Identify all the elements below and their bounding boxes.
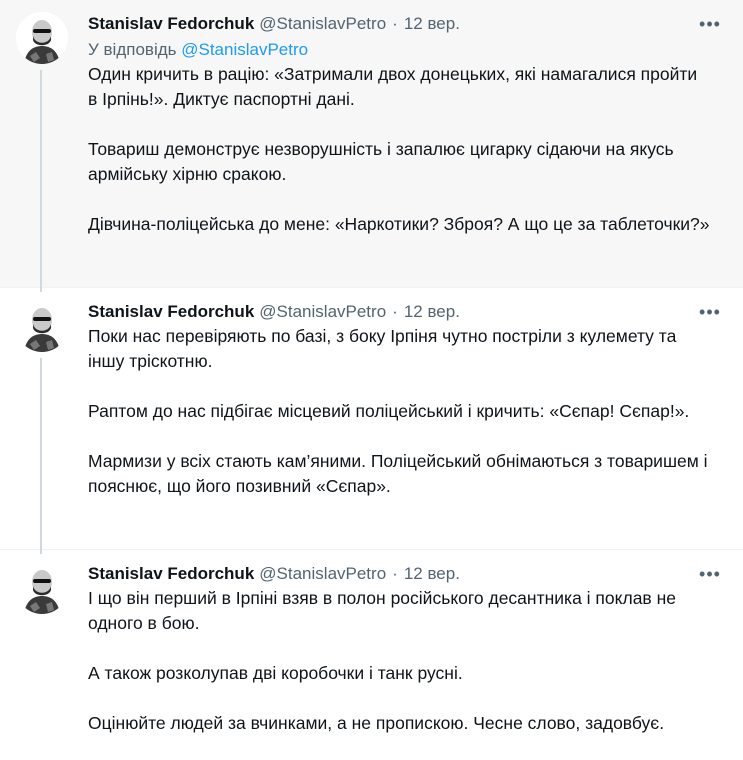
thread-connector-line bbox=[40, 70, 42, 292]
tweet-paragraph: Раптом до нас підбігає місцевий поліцейс… bbox=[88, 401, 690, 421]
tweet-2[interactable]: Stanislav Fedorchuk @StanislavPetro · 12… bbox=[0, 288, 743, 554]
avatar-photo-icon bbox=[16, 300, 68, 352]
separator-dot: · bbox=[392, 564, 398, 583]
tweet-paragraph: Товариш демонструє незворушність і запал… bbox=[88, 139, 674, 184]
separator-dot: · bbox=[392, 302, 398, 321]
tweet-date[interactable]: 12 вер. bbox=[404, 300, 460, 324]
avatar[interactable] bbox=[16, 300, 68, 352]
tweet-date[interactable]: 12 вер. bbox=[404, 562, 460, 586]
author-handle[interactable]: @StanislavPetro bbox=[259, 12, 386, 36]
more-options-icon[interactable]: ••• bbox=[693, 12, 727, 36]
more-options-icon[interactable]: ••• bbox=[693, 300, 727, 324]
tweet-paragraph: Дівчина-поліцейська до мене: «Наркотики?… bbox=[88, 214, 710, 234]
reply-to-line: У відповідь @StanislavPetro bbox=[88, 38, 727, 62]
author-handle[interactable]: @StanislavPetro bbox=[259, 562, 386, 586]
thread-connector-line bbox=[40, 358, 42, 554]
author-handle[interactable]: @StanislavPetro bbox=[259, 300, 386, 324]
avatar[interactable] bbox=[16, 12, 68, 64]
tweet-3[interactable]: Stanislav Fedorchuk @StanislavPetro · 12… bbox=[0, 550, 743, 760]
tweet-header: Stanislav Fedorchuk @StanislavPetro · 12… bbox=[88, 12, 727, 36]
author-name[interactable]: Stanislav Fedorchuk bbox=[88, 562, 254, 586]
tweet-1[interactable]: Stanislav Fedorchuk @StanislavPetro · 12… bbox=[0, 0, 743, 292]
author-name[interactable]: Stanislav Fedorchuk bbox=[88, 12, 254, 36]
tweet-header: Stanislav Fedorchuk @StanislavPetro · 12… bbox=[88, 300, 727, 324]
tweet-paragraph: Поки нас перевіряють по базі, з боку Ірп… bbox=[88, 326, 677, 371]
avatar-photo-icon bbox=[16, 12, 68, 64]
tweet-paragraph: І що він перший в Ірпіні взяв в полон ро… bbox=[88, 588, 676, 633]
tweet-paragraph: Мармизи у всіх стають кам’яними. Поліцей… bbox=[88, 451, 708, 496]
tweet-header: Stanislav Fedorchuk @StanislavPetro · 12… bbox=[88, 562, 727, 586]
tweet-date[interactable]: 12 вер. bbox=[404, 12, 460, 36]
more-options-icon[interactable]: ••• bbox=[693, 562, 727, 586]
tweet-thread: Stanislav Fedorchuk @StanislavPetro · 12… bbox=[0, 0, 743, 760]
tweet-paragraph: Оцінюйте людей за вчинками, а не прописк… bbox=[88, 713, 665, 733]
reply-to-mention[interactable]: @StanislavPetro bbox=[181, 40, 308, 59]
author-name[interactable]: Stanislav Fedorchuk bbox=[88, 300, 254, 324]
reply-to-prefix: У відповідь bbox=[88, 40, 177, 59]
tweet-paragraph: А також розколупав дві коробочки і танк … bbox=[88, 663, 463, 683]
separator-dot: · bbox=[392, 14, 398, 33]
avatar[interactable] bbox=[16, 562, 68, 614]
avatar-photo-icon bbox=[16, 562, 68, 614]
tweet-paragraph: Один кричить в рацію: «Затримали двох до… bbox=[88, 64, 698, 109]
